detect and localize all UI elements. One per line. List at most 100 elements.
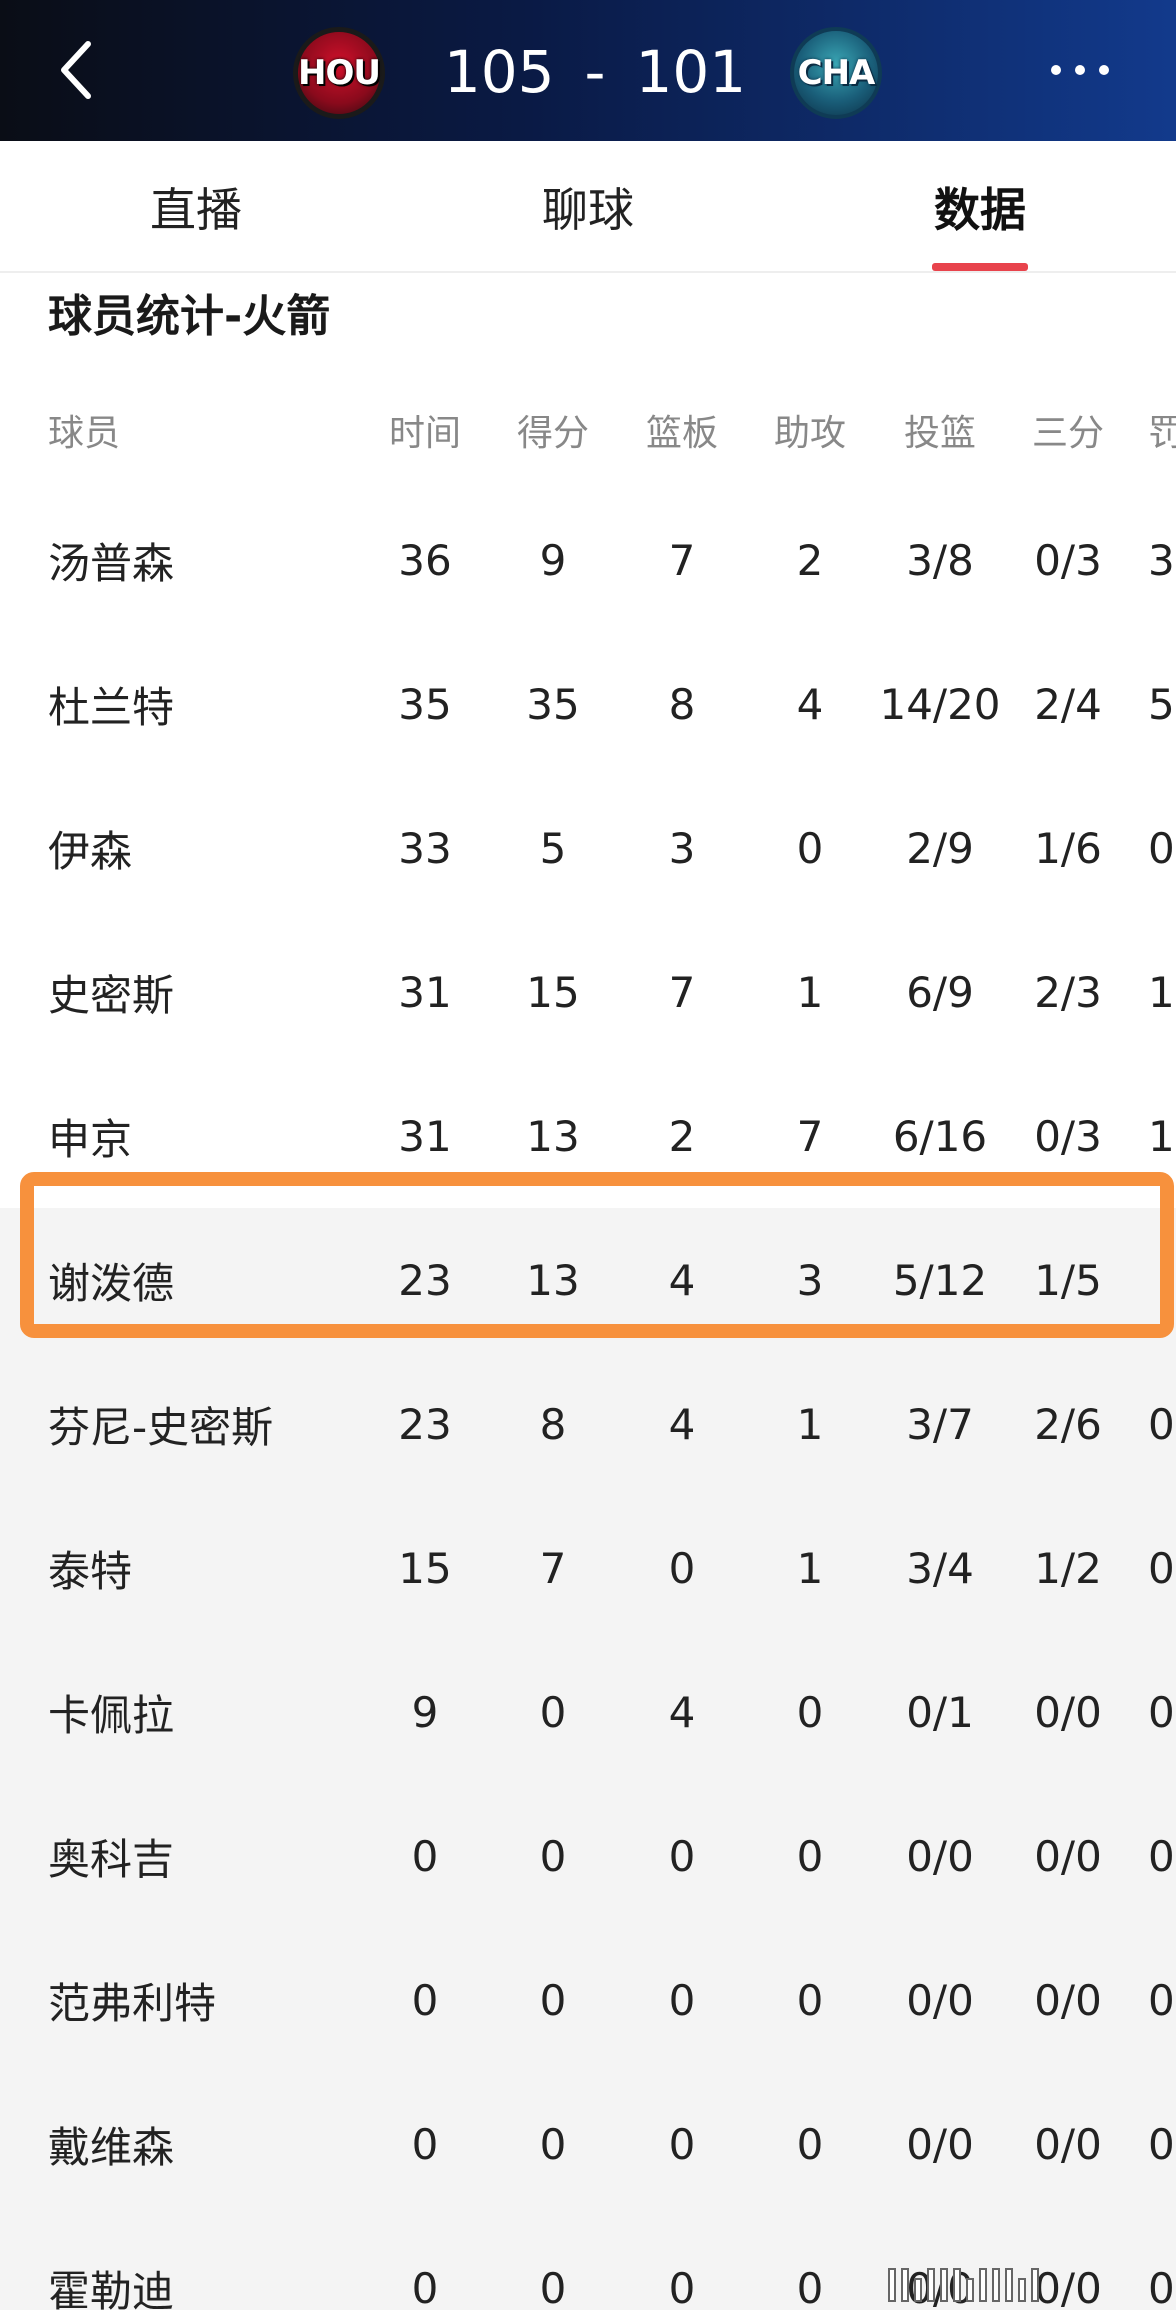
stat-assists: 0 (796, 1831, 824, 1881)
stat-minutes: 23 (398, 1255, 452, 1305)
more-button[interactable] (1020, 40, 1140, 100)
table-row[interactable]: 申京 31 13 2 7 6/16 0/3 1 (0, 1064, 1176, 1208)
col-header-three-pointers[interactable]: 三分 (1003, 372, 1133, 488)
stat-field-goals: 14/20 (879, 679, 1001, 729)
stat-points: 8 (539, 1399, 567, 1449)
player-name[interactable]: 奥科吉 (48, 1784, 368, 1928)
stat-field-goals: 3/4 (906, 1543, 974, 1593)
table-row[interactable]: 伊森 33 5 3 0 2/9 1/6 0 (0, 776, 1176, 920)
table-row[interactable]: 卡佩拉 9 0 4 0 0/1 0/0 0 (0, 1640, 1176, 1784)
stat-field-goals: 3/8 (906, 535, 974, 585)
stat-three-pointers: 0/3 (1034, 535, 1102, 585)
away-team-abbr: CHA (797, 53, 876, 93)
stat-three-pointers: 1/6 (1034, 823, 1102, 873)
stat-three-pointers: 0/3 (1034, 1111, 1102, 1161)
chevron-left-icon (61, 41, 91, 99)
stat-assists: 3 (796, 1255, 824, 1305)
stat-minutes: 36 (398, 535, 452, 585)
stat-field-goals: 0/0 (906, 1975, 974, 2025)
col-header-free-throws[interactable]: 罚 (1148, 372, 1176, 488)
home-team-logo[interactable]: HOU (293, 27, 385, 119)
watermark-bar (927, 2268, 935, 2302)
away-team-logo[interactable]: CHA (790, 27, 882, 119)
stat-minutes: 35 (398, 679, 452, 729)
stat-free-throws: 0 (1148, 2263, 1175, 2310)
stat-assists: 0 (796, 1975, 824, 2025)
table-row[interactable]: 戴维森 0 0 0 0 0/0 0/0 0 (0, 2072, 1176, 2216)
stat-minutes: 31 (398, 967, 452, 1017)
stat-rebounds: 4 (668, 1255, 696, 1305)
table-row[interactable]: 奥科吉 0 0 0 0 0/0 0/0 0 (0, 1784, 1176, 1928)
player-name[interactable]: 杜兰特 (48, 632, 368, 776)
col-header-assists[interactable]: 助攻 (745, 372, 875, 488)
player-name[interactable]: 申京 (48, 1064, 368, 1208)
scoreboard: 105 - 101 (430, 30, 760, 114)
col-header-player[interactable]: 球员 (48, 372, 368, 488)
stat-assists: 1 (796, 967, 824, 1017)
stat-rebounds: 4 (668, 1399, 696, 1449)
player-name[interactable]: 戴维森 (48, 2072, 368, 2216)
stat-minutes: 0 (411, 2119, 439, 2169)
stat-assists: 4 (796, 679, 824, 729)
table-row[interactable]: 谢泼德 23 13 4 3 5/12 1/5 (0, 1208, 1176, 1352)
col-header-field-goals[interactable]: 投篮 (873, 372, 1007, 488)
player-name[interactable]: 泰特 (48, 1496, 368, 1640)
stat-points: 35 (526, 679, 580, 729)
stat-rebounds: 7 (668, 535, 696, 585)
stat-minutes: 0 (411, 2263, 439, 2310)
table-row[interactable]: 芬尼-史密斯 23 8 4 1 3/7 2/6 0 (0, 1352, 1176, 1496)
watermark-bar (1005, 2268, 1013, 2302)
watermark-bar (992, 2268, 1000, 2302)
stat-field-goals: 6/16 (892, 1111, 988, 1161)
table-row[interactable]: 泰特 15 7 0 1 3/4 1/2 0 (0, 1496, 1176, 1640)
table-row[interactable]: 汤普森 36 9 7 2 3/8 0/3 3 (0, 488, 1176, 632)
stat-free-throws: 0 (1148, 1543, 1175, 1593)
stat-free-throws: 0 (1148, 1399, 1175, 1449)
stat-three-pointers: 1/2 (1034, 1543, 1102, 1593)
stat-three-pointers: 0/0 (1034, 1975, 1102, 2025)
stat-free-throws: 5 (1148, 679, 1175, 729)
stat-minutes: 15 (398, 1543, 452, 1593)
stat-three-pointers: 0/0 (1034, 1687, 1102, 1737)
player-name[interactable]: 范弗利特 (48, 1928, 368, 2072)
tab-chat[interactable]: 聊球 (468, 141, 708, 273)
watermark-bar (901, 2268, 909, 2302)
back-button[interactable] (40, 30, 120, 110)
player-name[interactable]: 霍勒迪 (48, 2216, 368, 2310)
stat-minutes: 23 (398, 1399, 452, 1449)
tab-live[interactable]: 直播 (76, 141, 316, 273)
col-header-points[interactable]: 得分 (488, 372, 618, 488)
stat-rebounds: 0 (668, 2119, 696, 2169)
stat-three-pointers: 0/0 (1034, 2119, 1102, 2169)
watermark-bar (940, 2268, 948, 2302)
player-name[interactable]: 汤普森 (48, 488, 368, 632)
table-row[interactable]: 范弗利特 0 0 0 0 0/0 0/0 0 (0, 1928, 1176, 2072)
stat-minutes: 0 (411, 1831, 439, 1881)
stat-minutes: 33 (398, 823, 452, 873)
stat-free-throws (1148, 1208, 1176, 1352)
player-name[interactable]: 谢泼德 (48, 1208, 368, 1352)
table-row[interactable]: 史密斯 31 15 7 1 6/9 2/3 1 (0, 920, 1176, 1064)
stat-rebounds: 3 (668, 823, 696, 873)
col-header-rebounds[interactable]: 篮板 (617, 372, 747, 488)
stat-three-pointers: 1/5 (1034, 1255, 1102, 1305)
stat-assists: 0 (796, 2119, 824, 2169)
player-name[interactable]: 伊森 (48, 776, 368, 920)
active-tab-indicator (932, 263, 1028, 271)
table-row[interactable]: 杜兰特 35 35 8 4 14/20 2/4 5 (0, 632, 1176, 776)
col-header-minutes[interactable]: 时间 (360, 372, 490, 488)
player-name[interactable]: 史密斯 (48, 920, 368, 1064)
stat-free-throws: 1 (1148, 967, 1175, 1017)
watermark-bar (979, 2268, 987, 2302)
stat-free-throws: 3 (1148, 535, 1175, 585)
stat-points: 7 (539, 1543, 567, 1593)
table-header-row: 球员 时间 得分 篮板 助攻 投篮 三分 罚 (0, 372, 1176, 488)
stat-free-throws: 0 (1148, 823, 1175, 873)
stat-points: 9 (539, 535, 567, 585)
home-score: 105 (443, 38, 555, 106)
watermark-bar (966, 2278, 974, 2302)
player-name[interactable]: 卡佩拉 (48, 1640, 368, 1784)
stat-assists: 0 (796, 2263, 824, 2310)
tab-stats[interactable]: 数据 (860, 141, 1100, 273)
player-name[interactable]: 芬尼-史密斯 (48, 1352, 368, 1496)
